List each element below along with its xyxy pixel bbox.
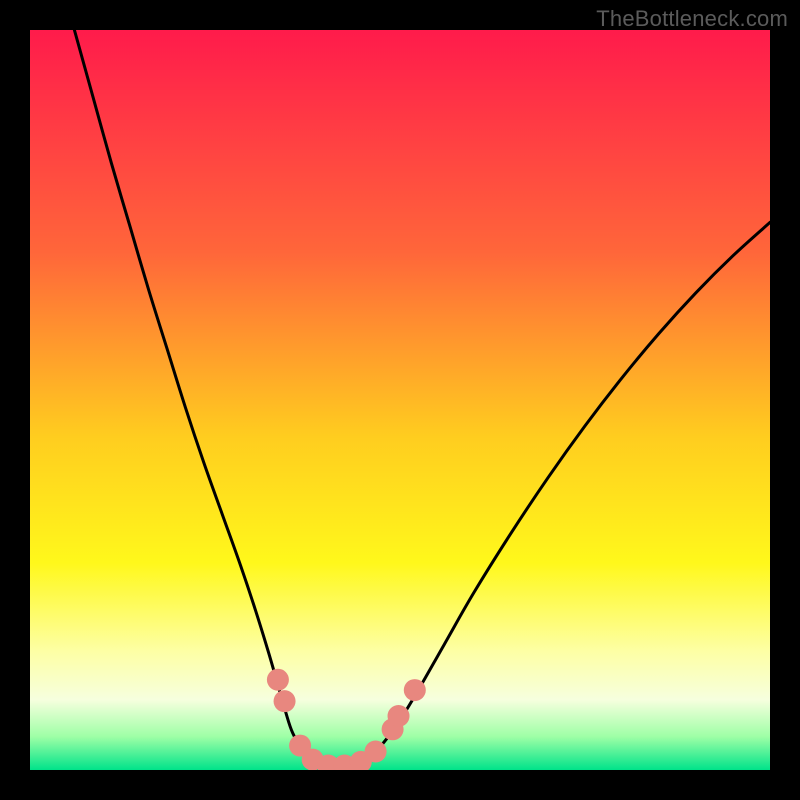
plot-area	[30, 30, 770, 770]
chart-svg	[30, 30, 770, 770]
chart-frame: TheBottleneck.com	[0, 0, 800, 800]
watermark-text: TheBottleneck.com	[596, 6, 788, 32]
